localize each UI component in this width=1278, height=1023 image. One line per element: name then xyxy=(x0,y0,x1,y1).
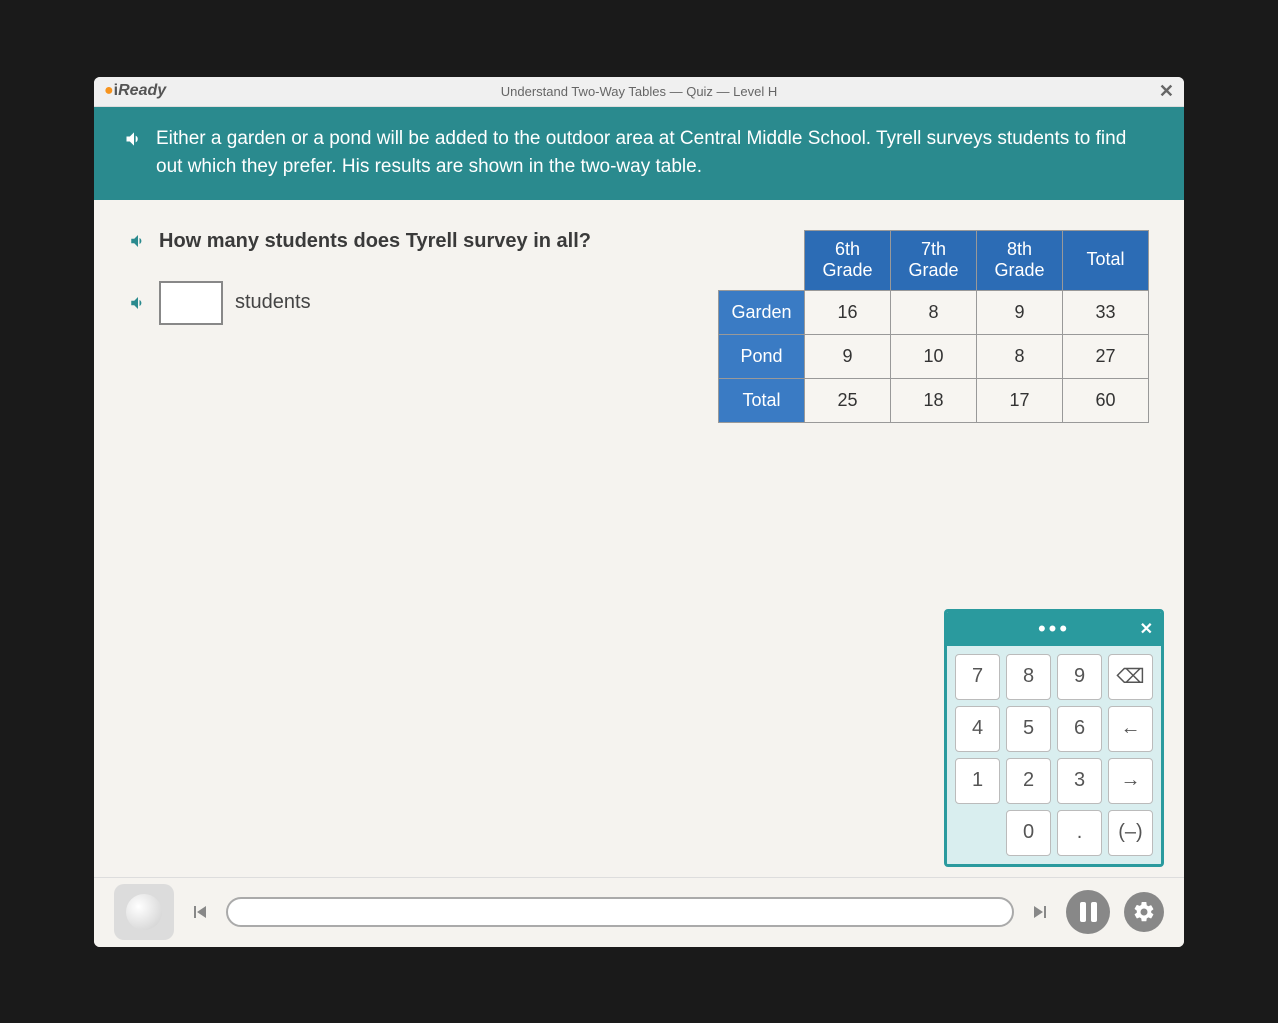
table-cell: 60 xyxy=(1063,378,1149,422)
keypad-grid: 7 8 9 ⌫ 4 5 6 ← 1 2 3 → 0 . (–) xyxy=(947,646,1161,864)
answer-row: students xyxy=(129,281,698,325)
settings-button[interactable] xyxy=(1124,892,1164,932)
key-1[interactable]: 1 xyxy=(955,758,1000,804)
table-cell: 9 xyxy=(805,334,891,378)
key-2[interactable]: 2 xyxy=(1006,758,1051,804)
key-0[interactable]: 0 xyxy=(1006,810,1051,856)
prev-button[interactable] xyxy=(188,900,212,924)
logo: ●iReady xyxy=(104,82,166,100)
key-7[interactable]: 7 xyxy=(955,654,1000,700)
keypad: ••• ✕ 7 8 9 ⌫ 4 5 6 ← 1 2 3 → 0 . (–) xyxy=(944,609,1164,867)
answer-unit: students xyxy=(235,291,311,314)
key-4[interactable]: 4 xyxy=(955,706,1000,752)
row-header: Total xyxy=(719,378,805,422)
context-text: Either a garden or a pond will be added … xyxy=(156,125,1154,182)
keypad-header[interactable]: ••• ✕ xyxy=(947,612,1161,646)
dock-button[interactable] xyxy=(114,884,174,940)
content-area: How many students does Tyrell survey in … xyxy=(94,200,1184,877)
gear-icon xyxy=(1132,900,1156,924)
key-backspace[interactable]: ⌫ xyxy=(1108,654,1153,700)
key-left[interactable]: ← xyxy=(1108,706,1153,752)
question-row: How many students does Tyrell survey in … xyxy=(129,230,698,253)
table-cell: 27 xyxy=(1063,334,1149,378)
col-header: Total xyxy=(1063,230,1149,290)
col-header: 7thGrade xyxy=(891,230,977,290)
col-header: 6thGrade xyxy=(805,230,891,290)
answer-input[interactable] xyxy=(159,281,223,325)
logo-text-ready: Ready xyxy=(118,82,166,99)
app-frame: ●iReady Understand Two-Way Tables — Quiz… xyxy=(94,77,1184,947)
orb-icon xyxy=(126,894,162,930)
progress-bar[interactable] xyxy=(226,897,1014,927)
table-cell: 17 xyxy=(977,378,1063,422)
speaker-icon[interactable] xyxy=(129,232,147,250)
key-negative[interactable]: (–) xyxy=(1108,810,1153,856)
key-3[interactable]: 3 xyxy=(1057,758,1102,804)
table-cell: 8 xyxy=(977,334,1063,378)
table-cell: 33 xyxy=(1063,290,1149,334)
keypad-close-button[interactable]: ✕ xyxy=(1140,619,1153,639)
question-column: How many students does Tyrell survey in … xyxy=(129,230,698,847)
key-5[interactable]: 5 xyxy=(1006,706,1051,752)
next-button[interactable] xyxy=(1028,900,1052,924)
pause-button[interactable] xyxy=(1066,890,1110,934)
logo-dot-icon: ● xyxy=(104,82,114,99)
context-banner: Either a garden or a pond will be added … xyxy=(94,107,1184,200)
col-header: 8thGrade xyxy=(977,230,1063,290)
close-button[interactable]: ✕ xyxy=(1159,81,1174,102)
speaker-icon[interactable] xyxy=(124,129,144,149)
table-cell: 16 xyxy=(805,290,891,334)
table-cell: 10 xyxy=(891,334,977,378)
key-8[interactable]: 8 xyxy=(1006,654,1051,700)
table-cell: 18 xyxy=(891,378,977,422)
key-right[interactable]: → xyxy=(1108,758,1153,804)
lesson-title: Understand Two-Way Tables — Quiz — Level… xyxy=(501,84,778,99)
key-6[interactable]: 6 xyxy=(1057,706,1102,752)
row-header: Garden xyxy=(719,290,805,334)
two-way-table: 6thGrade 7thGrade 8thGrade Total Garden … xyxy=(718,230,1149,423)
bottom-bar xyxy=(94,877,1184,947)
pause-icon xyxy=(1080,902,1097,922)
key-9[interactable]: 9 xyxy=(1057,654,1102,700)
row-header: Pond xyxy=(719,334,805,378)
top-bar: ●iReady Understand Two-Way Tables — Quiz… xyxy=(94,77,1184,107)
key-dot[interactable]: . xyxy=(1057,810,1102,856)
table-cell: 25 xyxy=(805,378,891,422)
speaker-icon[interactable] xyxy=(129,294,147,312)
table-corner xyxy=(719,230,805,290)
table-cell: 9 xyxy=(977,290,1063,334)
question-text: How many students does Tyrell survey in … xyxy=(159,230,591,253)
table-cell: 8 xyxy=(891,290,977,334)
